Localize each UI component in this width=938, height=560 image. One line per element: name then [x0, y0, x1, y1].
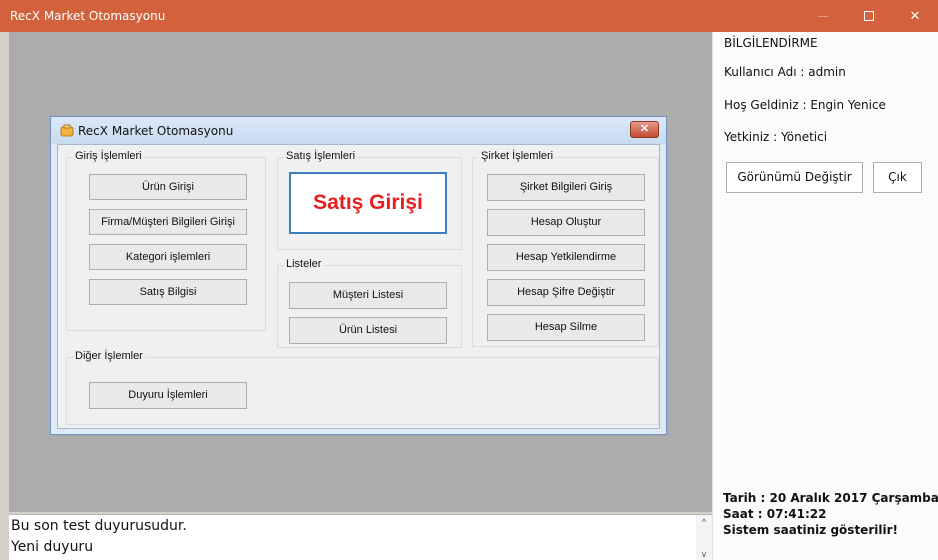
minimize-icon	[818, 16, 828, 17]
group-satis-islemleri: Satış İşlemleri Satış Girişi	[277, 150, 462, 250]
exit-button[interactable]: Çık	[873, 162, 922, 193]
main-menu-dialog: RecX Market Otomasyonu ✕ Giriş İşlemleri…	[50, 116, 667, 435]
user-label: Kullanıcı Adı :	[724, 65, 805, 79]
close-button[interactable]: ✕	[892, 0, 938, 32]
close-icon: ✕	[639, 123, 650, 135]
group-label: Şirket İşlemleri	[479, 150, 556, 162]
hesap-sifre-degistir-button[interactable]: Hesap Şifre Değiştir	[487, 279, 645, 306]
announcement-box[interactable]: Bu son test duyurusudur. Yeni duyuru ^ v	[9, 514, 712, 560]
group-label: Listeler	[284, 258, 324, 270]
firma-musteri-girisi-button[interactable]: Firma/Müşteri Bilgileri Girişi	[89, 209, 247, 235]
announcement-line: Bu son test duyurusudur.	[11, 518, 187, 534]
date-label: Tarih	[723, 491, 757, 505]
satis-bilgisi-button[interactable]: Satış Bilgisi	[89, 279, 247, 305]
welcome-value: Engin Yenice	[810, 98, 886, 112]
role-value: Yönetici	[781, 130, 828, 144]
sirket-bilgileri-giris-button[interactable]: Şirket Bilgileri Giriş	[487, 174, 645, 201]
scroll-up-icon[interactable]: ^	[696, 517, 712, 527]
kategori-islemleri-button[interactable]: Kategori işlemleri	[89, 244, 247, 270]
maximize-button[interactable]	[846, 0, 892, 32]
urun-listesi-button[interactable]: Ürün Listesi	[289, 317, 447, 344]
maximize-icon	[864, 11, 874, 21]
minimize-button[interactable]	[800, 0, 846, 32]
group-label: Satış İşlemleri	[284, 150, 358, 162]
dialog-title: RecX Market Otomasyonu	[78, 124, 234, 138]
time-label: Saat	[723, 507, 754, 521]
time-line: Saat : 07:41:22	[723, 507, 826, 521]
window-title: RecX Market Otomasyonu	[10, 9, 166, 23]
musteri-listesi-button[interactable]: Müşteri Listesi	[289, 282, 447, 309]
date-line: Tarih : 20 Aralık 2017 Çarşamba	[723, 491, 938, 505]
scroll-down-icon[interactable]: v	[696, 549, 712, 559]
group-listeler: Listeler Müşteri Listesi Ürün Listesi	[277, 258, 462, 348]
group-diger-islemler: Diğer İşlemler Duyuru İşlemleri	[66, 350, 659, 425]
satis-girisi-button[interactable]: Satış Girişi	[289, 172, 447, 234]
dialog-titlebar[interactable]: RecX Market Otomasyonu ✕	[51, 117, 666, 144]
group-label: Diğer İşlemler	[73, 350, 145, 362]
hesap-yetkilendirme-button[interactable]: Hesap Yetkilendirme	[487, 244, 645, 271]
announcement-scrollbar[interactable]: ^ v	[696, 515, 712, 560]
time-value: : 07:41:22	[757, 507, 827, 521]
dialog-body: Giriş İşlemleri Ürün Girişi Firma/Müşter…	[57, 144, 660, 429]
change-view-button[interactable]: Görünümü Değiştir	[726, 162, 863, 193]
group-giris-islemleri: Giriş İşlemleri Ürün Girişi Firma/Müşter…	[66, 150, 266, 331]
app-icon	[60, 124, 74, 137]
date-value: : 20 Aralık 2017 Çarşamba	[760, 491, 938, 505]
urun-girisi-button[interactable]: Ürün Girişi	[89, 174, 247, 200]
announcement-line: Yeni duyuru	[11, 539, 94, 555]
hesap-olustur-button[interactable]: Hesap Oluştur	[487, 209, 645, 236]
duyuru-islemleri-button[interactable]: Duyuru İşlemleri	[89, 382, 247, 409]
group-label: Giriş İşlemleri	[73, 150, 144, 162]
window-left-edge	[0, 32, 9, 512]
welcome-info: Hoş Geldiniz : Engin Yenice	[724, 98, 886, 112]
group-sirket-islemleri: Şirket İşlemleri Şirket Bilgileri Giriş …	[472, 150, 659, 347]
user-info: Kullanıcı Adı : admin	[724, 65, 846, 79]
dialog-close-button[interactable]: ✕	[630, 121, 659, 138]
welcome-label: Hoş Geldiniz :	[724, 98, 807, 112]
user-value: admin	[808, 65, 846, 79]
role-info: Yetkiniz : Yönetici	[724, 130, 827, 144]
role-label: Yetkiniz :	[724, 130, 778, 144]
clock-note: Sistem saatiniz gösterilir!	[723, 523, 898, 537]
info-heading: BİLGİLENDİRME	[724, 36, 818, 50]
close-icon: ✕	[909, 8, 921, 23]
hesap-silme-button[interactable]: Hesap Silme	[487, 314, 645, 341]
window-titlebar: RecX Market Otomasyonu ✕	[0, 0, 938, 32]
info-panel: BİLGİLENDİRME Kullanıcı Adı : admin Hoş …	[712, 32, 938, 560]
